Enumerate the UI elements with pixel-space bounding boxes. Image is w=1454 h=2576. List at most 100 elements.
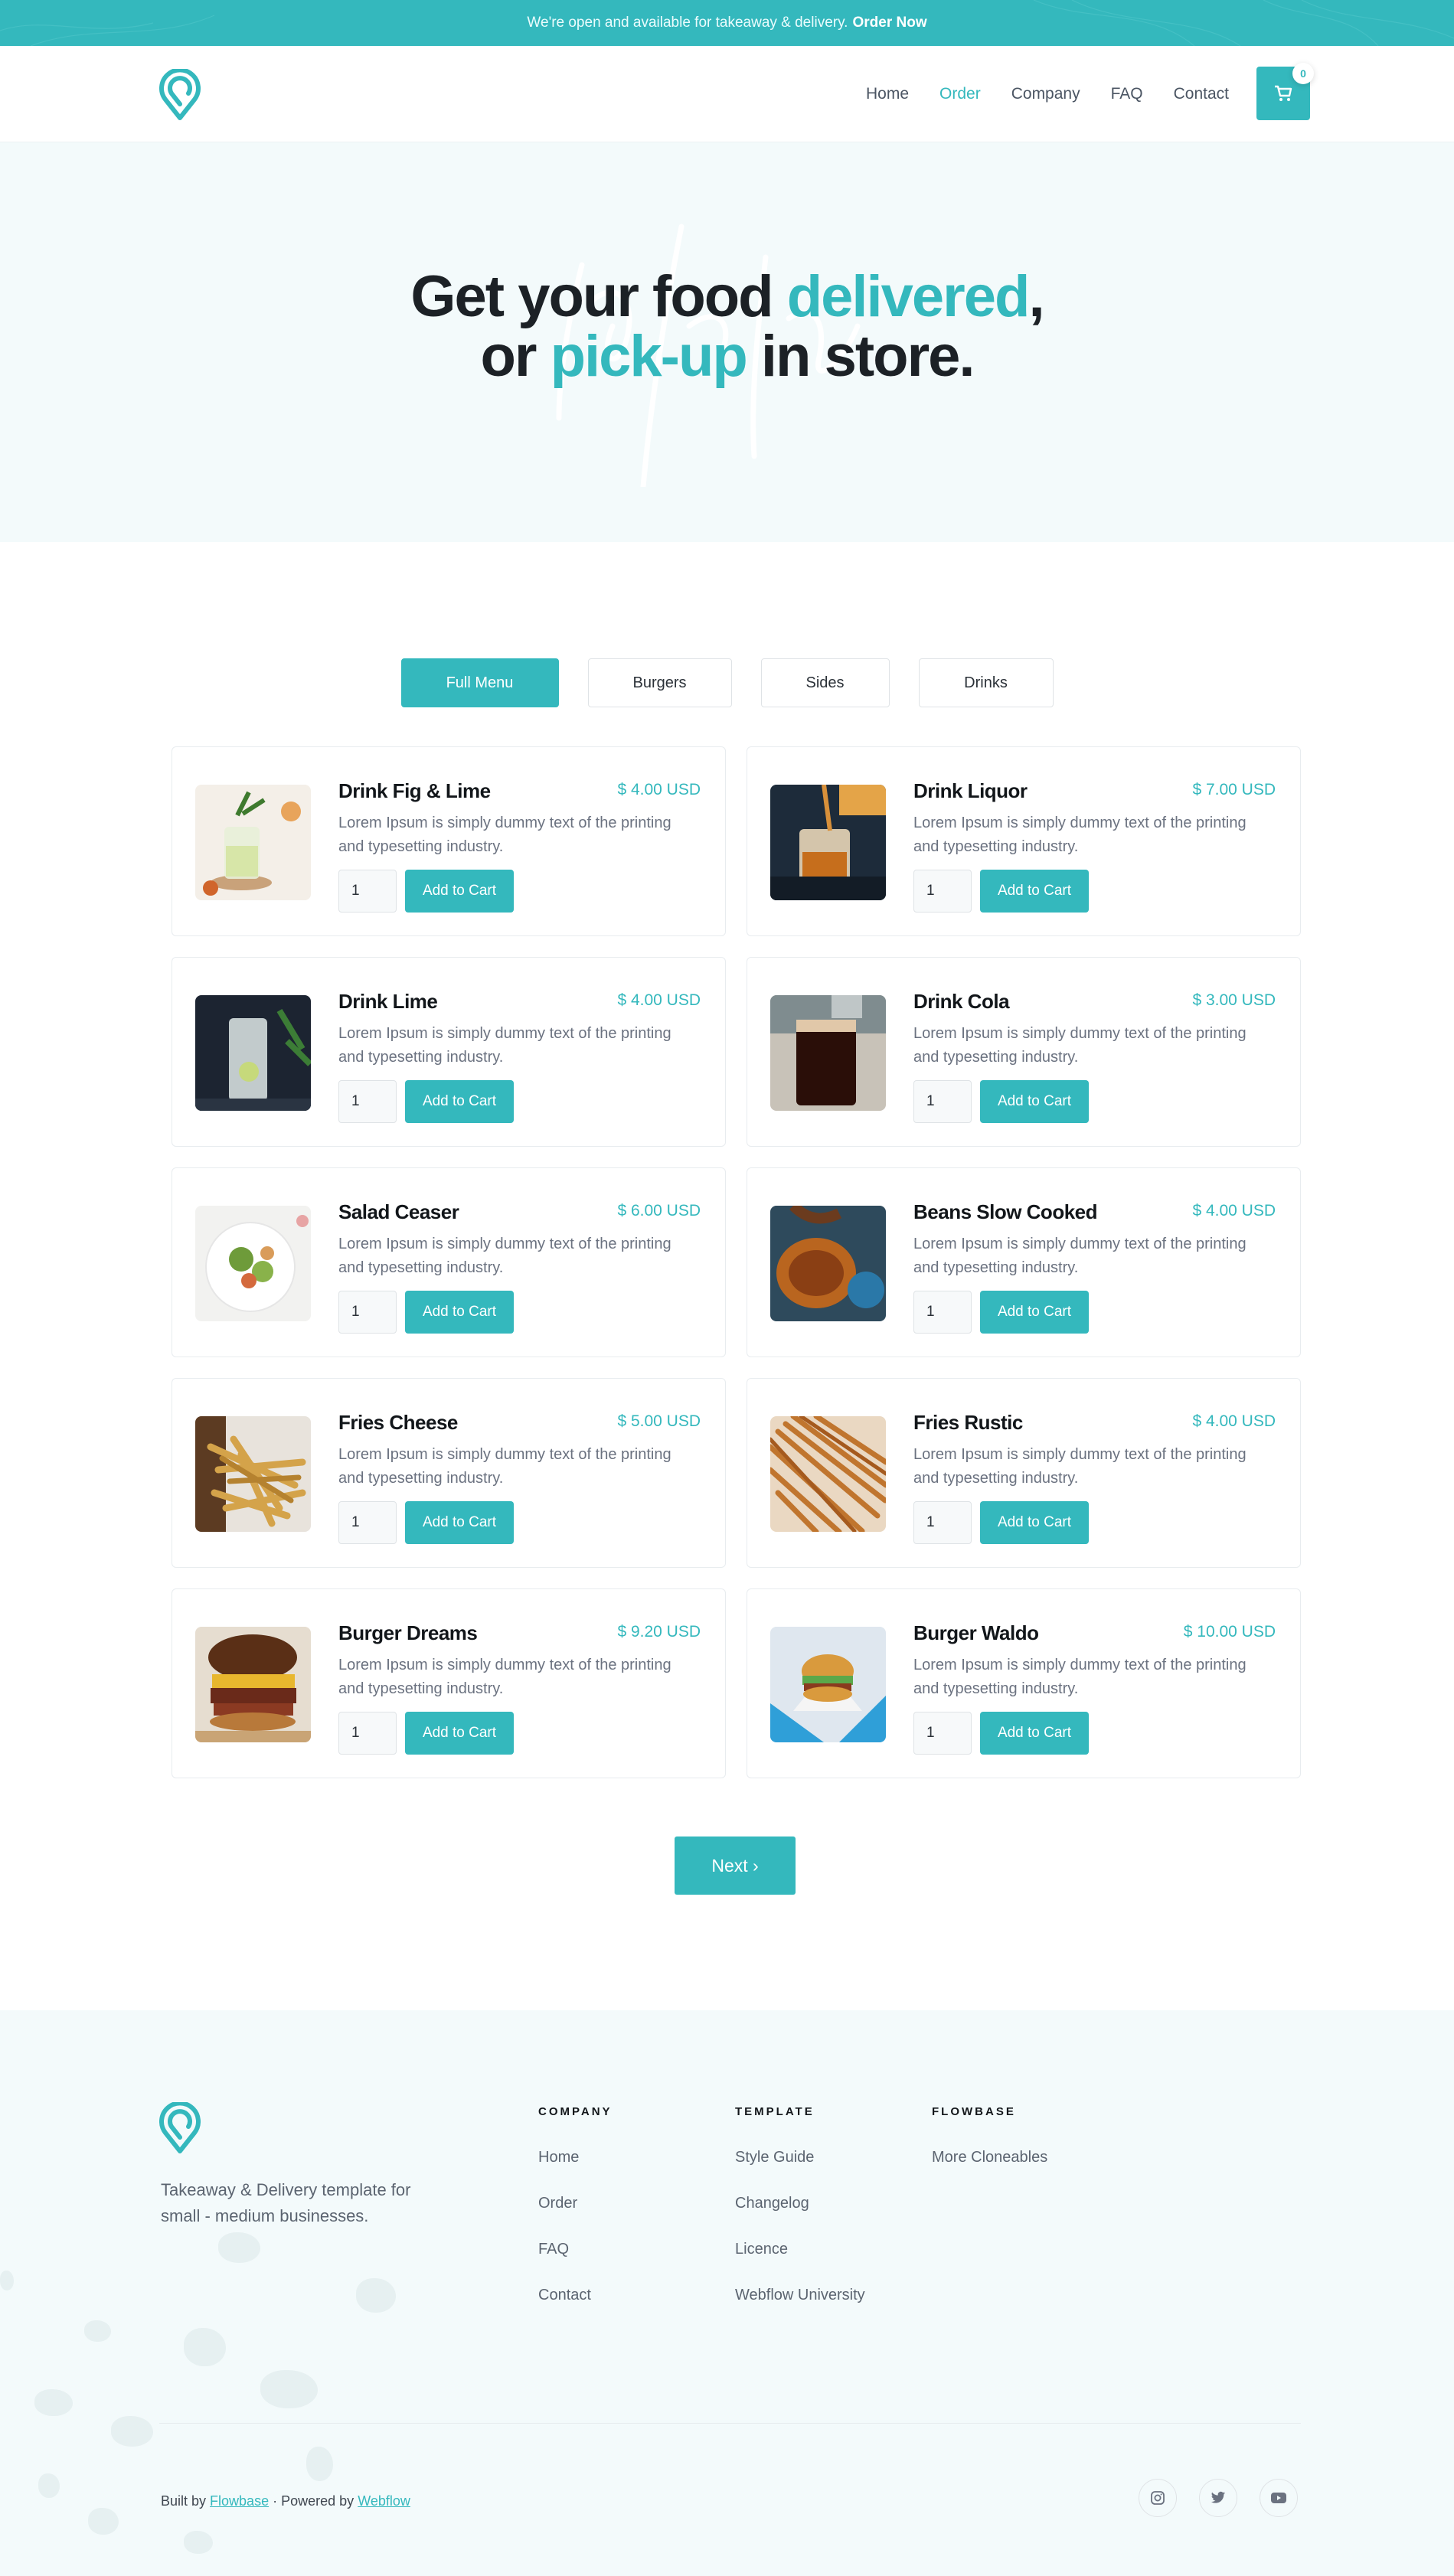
menu-item-price: $ 4.00 USD <box>617 781 701 798</box>
nav-company[interactable]: Company <box>1011 85 1080 103</box>
menu-item-card: Fries Rustic $ 4.00 USD Lorem Ipsum is sim… <box>747 1378 1301 1568</box>
footer-link[interactable]: Licence <box>735 2241 865 2258</box>
menu-item-description: Lorem Ipsum is simply dummy text of the … <box>913 815 1247 855</box>
quantity-input[interactable] <box>338 870 397 913</box>
quantity-input[interactable] <box>913 1080 972 1123</box>
beans-slow-cooked-photo <box>770 1206 886 1321</box>
footer-link[interactable]: Webflow University <box>735 2287 865 2304</box>
menu-item-name: Fries Cheese <box>338 1411 458 1434</box>
menu-item-description: Lorem Ipsum is simply dummy text of the … <box>913 1236 1247 1276</box>
menu-item-description: Lorem Ipsum is simply dummy text of the … <box>338 815 671 855</box>
announcement-text: We're open and available for takeaway & … <box>527 15 848 31</box>
footer-link[interactable]: Contact <box>538 2287 613 2304</box>
footer-link[interactable]: Order <box>538 2195 613 2212</box>
footer-divider <box>159 2423 1301 2424</box>
menu-item-price: $ 5.00 USD <box>617 1412 701 1430</box>
add-to-cart-button[interactable]: Add to Cart <box>405 1501 514 1544</box>
menu-item-card: Burger Dreams $ 9.20 USD Lorem Ipsum is si… <box>172 1588 726 1778</box>
menu-item-name: Fries Rustic <box>913 1411 1023 1434</box>
tab-sides[interactable]: Sides <box>760 658 890 707</box>
nav-order[interactable]: Order <box>939 85 981 103</box>
decor-blob <box>356 2278 396 2313</box>
menu-grid: Drink Fig & Lime $ 4.00 USD Lorem Ipsum is… <box>172 746 1301 1778</box>
order-now-link[interactable]: Order Now <box>852 15 926 31</box>
cart-icon <box>1275 85 1292 101</box>
nav-home[interactable]: Home <box>866 85 909 103</box>
menu-item-card: Salad Ceaser $ 6.00 USD Lorem Ipsum is sim… <box>172 1167 726 1357</box>
salad-ceaser-photo <box>195 1206 311 1321</box>
decor-blob <box>260 2370 318 2408</box>
tab-drinks[interactable]: Drinks <box>918 658 1054 707</box>
menu-item-price: $ 6.00 USD <box>617 1202 701 1219</box>
add-to-cart-button[interactable]: Add to Cart <box>980 1291 1089 1334</box>
quantity-input[interactable] <box>338 1712 397 1755</box>
footer-link[interactable]: Home <box>538 2149 613 2166</box>
add-to-cart-button[interactable]: Add to Cart <box>405 1080 514 1123</box>
hero-line2-post: in store. <box>746 324 975 389</box>
tab-burgers[interactable]: Burgers <box>587 658 732 707</box>
quantity-input[interactable] <box>913 1291 972 1334</box>
menu-item-description: Lorem Ipsum is simply dummy text of the … <box>338 1236 671 1276</box>
drink-fig-lime-photo <box>195 785 311 900</box>
quantity-input[interactable] <box>913 1501 972 1544</box>
quantity-input[interactable] <box>913 1712 972 1755</box>
quantity-input[interactable] <box>338 1291 397 1334</box>
menu-item-card: Fries Cheese $ 5.00 USD Lorem Ipsum is sim… <box>172 1378 726 1568</box>
menu-item-price: $ 9.20 USD <box>617 1623 701 1641</box>
footer-logo-icon[interactable] <box>159 2101 201 2154</box>
add-to-cart-button[interactable]: Add to Cart <box>980 870 1089 913</box>
menu-item-card: Drink Cola $ 3.00 USD Lorem Ipsum is simpl… <box>747 957 1301 1147</box>
menu-item-name: Drink Cola <box>913 990 1010 1013</box>
main-nav: Home Order Company FAQ Contact <box>835 46 1229 142</box>
footer-column-flowbase: FLOWBASE More Cloneables <box>932 2105 1047 2195</box>
powered-by-text: · Powered by <box>273 2493 355 2509</box>
add-to-cart-button[interactable]: Add to Cart <box>980 1501 1089 1544</box>
cart-count-badge: 0 <box>1292 63 1314 84</box>
tab-full-menu[interactable]: Full Menu <box>400 658 559 707</box>
footer-column-title: COMPANY <box>538 2105 613 2118</box>
menu-item-description: Lorem Ipsum is simply dummy text of the … <box>913 1025 1247 1066</box>
quantity-input[interactable] <box>338 1501 397 1544</box>
footer-column-title: TEMPLATE <box>735 2105 815 2118</box>
fries-cheese-photo <box>195 1416 311 1532</box>
youtube-icon <box>1271 2493 1286 2503</box>
menu-item-name: Beans Slow Cooked <box>913 1200 1098 1223</box>
quantity-input[interactable] <box>913 870 972 913</box>
hero-heading: Get your food delivered, or pick-up in s… <box>0 267 1454 387</box>
menu-item-price: $ 7.00 USD <box>1192 781 1276 798</box>
logo-icon[interactable] <box>159 67 201 121</box>
menu-tabs: Full Menu Burgers Sides Drinks <box>0 658 1454 707</box>
menu-item-name: Drink Lime <box>338 990 438 1013</box>
nav-contact[interactable]: Contact <box>1174 85 1229 103</box>
decor-blob <box>306 2447 333 2481</box>
hero-line2-pre: or <box>480 324 551 389</box>
footer-link[interactable]: Style Guide <box>735 2149 865 2166</box>
add-to-cart-button[interactable]: Add to Cart <box>405 1712 514 1755</box>
footer-link[interactable]: FAQ <box>538 2241 613 2258</box>
menu-item-price: $ 4.00 USD <box>1192 1412 1276 1430</box>
quantity-input[interactable] <box>338 1080 397 1123</box>
footer-link[interactable]: More Cloneables <box>932 2149 1047 2166</box>
twitter-button[interactable] <box>1199 2479 1237 2517</box>
hero-line1-post: , <box>1028 264 1044 329</box>
add-to-cart-button[interactable]: Add to Cart <box>405 1291 514 1334</box>
menu-item-price: $ 4.00 USD <box>617 991 701 1009</box>
add-to-cart-button[interactable]: Add to Cart <box>405 870 514 913</box>
menu-item-price: $ 4.00 USD <box>1192 1202 1276 1219</box>
menu-item-name: Burger Waldo <box>913 1621 1039 1644</box>
add-to-cart-button[interactable]: Add to Cart <box>980 1712 1089 1755</box>
instagram-button[interactable] <box>1139 2479 1177 2517</box>
webflow-link[interactable]: Webflow <box>358 2493 410 2509</box>
menu-item-description: Lorem Ipsum is simply dummy text of the … <box>338 1657 671 1697</box>
nav-faq[interactable]: FAQ <box>1111 85 1143 103</box>
fries-rustic-photo <box>770 1416 886 1532</box>
next-page-button[interactable]: Next › <box>675 1837 796 1895</box>
hero-line1-pre: Get your food <box>410 264 787 329</box>
menu-item-card: Beans Slow Cooked $ 4.00 USD Lorem Ipsum i… <box>747 1167 1301 1357</box>
add-to-cart-button[interactable]: Add to Cart <box>980 1080 1089 1123</box>
announcement-bar: We're open and available for takeaway & … <box>0 0 1454 46</box>
footer-link[interactable]: Changelog <box>735 2195 865 2212</box>
youtube-button[interactable] <box>1260 2479 1298 2517</box>
flowbase-link[interactable]: Flowbase <box>210 2493 269 2509</box>
decor-blob <box>84 2320 111 2342</box>
